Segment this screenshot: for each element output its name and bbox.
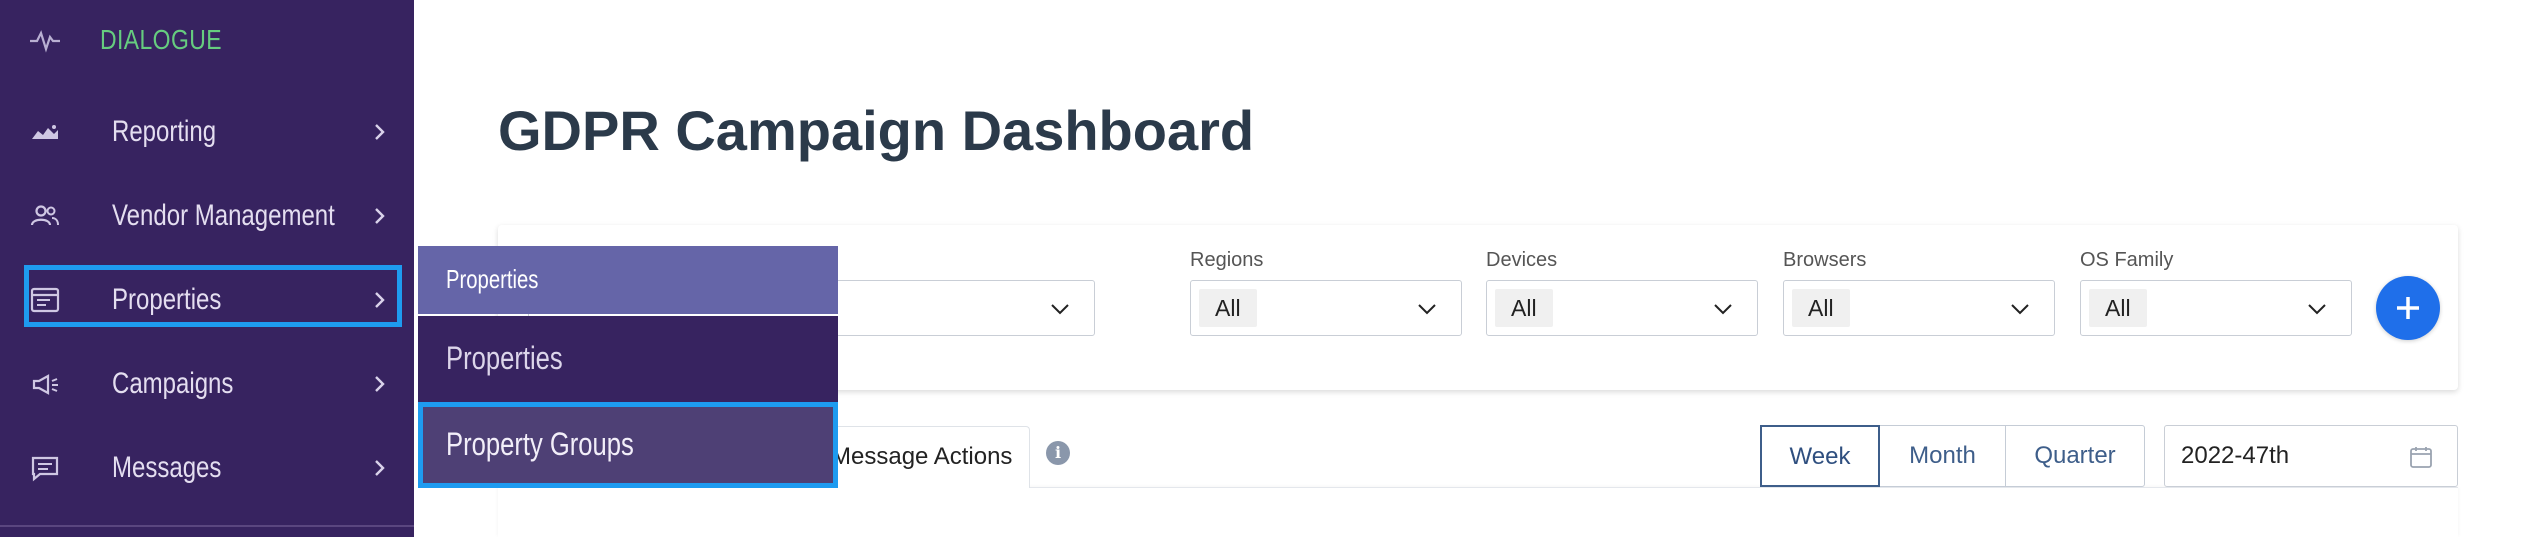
calendar-icon: [2410, 447, 2432, 468]
sidebar-item-campaigns[interactable]: Campaigns: [28, 350, 398, 418]
sidebar-item-vendor-management[interactable]: Vendor Management: [28, 182, 398, 250]
content-panel: [498, 488, 2458, 537]
megaphone-icon: [28, 369, 62, 399]
sidebar-item-messages[interactable]: Messages: [28, 434, 398, 502]
flyout-item-properties[interactable]: Properties: [418, 316, 838, 402]
tab-message-actions[interactable]: Message Actions: [820, 426, 1030, 488]
info-icon[interactable]: i: [1046, 441, 1070, 465]
flyout-item-property-groups[interactable]: Property Groups: [418, 402, 838, 488]
devices-value: All: [1495, 289, 1553, 327]
browsers-label: Browsers: [1783, 249, 1867, 271]
os-family-label: OS Family: [2080, 249, 2174, 271]
flyout-item-label: Properties: [446, 340, 563, 376]
chevron-down-icon: [2305, 297, 2329, 321]
regions-value: All: [1199, 289, 1257, 327]
chevron-right-icon: [370, 120, 390, 144]
browsers-value: All: [1792, 289, 1850, 327]
sidebar: DIALOGUE Reporting Vendor Management Pro…: [0, 0, 414, 537]
devices-label: Devices: [1486, 249, 1558, 271]
chevron-down-icon: [1711, 297, 1735, 321]
chevron-right-icon: [370, 204, 390, 228]
chevron-down-icon: [2008, 297, 2032, 321]
week-picker-input[interactable]: 2022-47th: [2164, 425, 2458, 487]
message-icon: [28, 453, 62, 483]
pulse-icon: [28, 25, 62, 55]
sidebar-item-label: Vendor Management: [112, 199, 335, 232]
add-filter-button[interactable]: [2376, 276, 2440, 340]
chevron-right-icon: [370, 288, 390, 312]
os-family-value: All: [2089, 289, 2147, 327]
sidebar-item-properties[interactable]: Properties: [28, 266, 398, 334]
period-week-button[interactable]: Week: [1760, 425, 1880, 487]
devices-select[interactable]: All: [1486, 280, 1758, 336]
sidebar-item-label: Properties: [112, 283, 222, 316]
chart-icon: [28, 117, 62, 147]
sidebar-item-label: Messages: [112, 451, 222, 484]
chevron-right-icon: [370, 456, 390, 480]
plus-icon: [2397, 297, 2419, 319]
users-icon: [28, 201, 62, 231]
sidebar-item-reporting[interactable]: Reporting: [28, 98, 398, 166]
chevron-down-icon: [1048, 297, 1072, 321]
brand-name: DIALOGUE: [100, 24, 222, 55]
period-quarter-button[interactable]: Quarter: [2005, 425, 2145, 487]
chevron-right-icon: [370, 372, 390, 396]
sidebar-item-label: Campaigns: [112, 367, 234, 400]
flyout-header-label: Properties: [446, 264, 539, 294]
regions-label: Regions: [1190, 249, 1264, 271]
sidebar-divider: [0, 525, 414, 527]
browsers-select[interactable]: All: [1783, 280, 2055, 336]
os-family-select[interactable]: All: [2080, 280, 2352, 336]
sidebar-item-label: Reporting: [112, 115, 217, 148]
period-month-button[interactable]: Month: [1879, 425, 2006, 487]
page-title: GDPR Campaign Dashboard: [498, 99, 1255, 162]
flyout-item-label: Property Groups: [446, 426, 634, 462]
week-picker-value: 2022-47th: [2181, 442, 2290, 469]
chevron-down-icon: [1415, 297, 1439, 321]
regions-select[interactable]: All: [1190, 280, 1462, 336]
brand[interactable]: DIALOGUE: [28, 18, 249, 62]
flyout-header: Properties: [418, 246, 838, 314]
tab-label: Message Actions: [831, 443, 1013, 470]
window-icon: [28, 285, 62, 315]
